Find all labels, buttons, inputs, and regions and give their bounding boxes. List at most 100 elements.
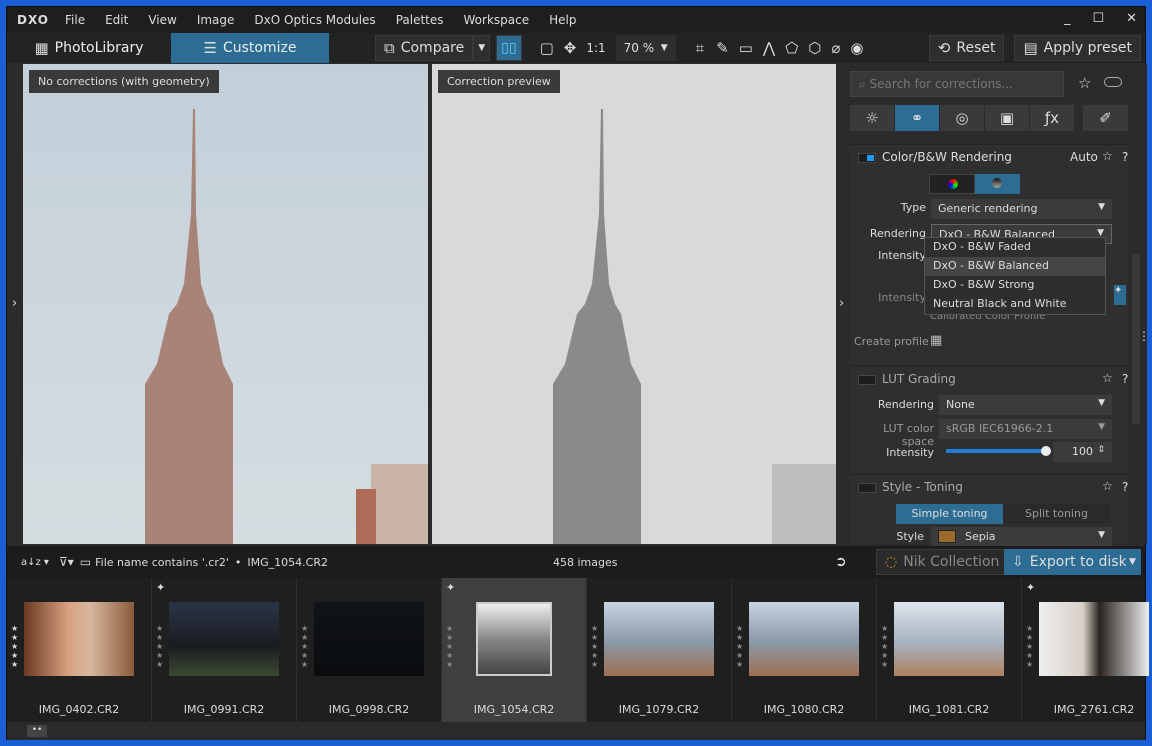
auto-button[interactable]: Auto <box>1070 150 1098 164</box>
sort-icon[interactable]: a↓z ▾ <box>21 557 49 568</box>
menu-optics-modules[interactable]: DxO Optics Modules <box>254 13 375 27</box>
filmstrip-item[interactable]: ★ ★ ★ ★ ★ IMG_0998.CR2 <box>297 578 442 722</box>
local-adjust-tab[interactable]: ✐ <box>1083 105 1128 131</box>
color-mode-button[interactable] <box>929 174 975 194</box>
rating-stars[interactable]: ★ ★ ★ ★ ★ <box>301 624 308 669</box>
left-panel-toggle[interactable]: › <box>12 296 17 311</box>
slider-handle[interactable] <box>1041 446 1051 456</box>
star-icon[interactable]: ☆ <box>1102 479 1113 493</box>
lut-title: LUT Grading <box>882 372 956 386</box>
close-button[interactable]: ✕ <box>1126 11 1137 26</box>
reset-button[interactable]: ⟲ Reset <box>928 35 1005 61</box>
eye-icon[interactable]: ◉ <box>850 39 863 57</box>
menu-workspace[interactable]: Workspace <box>464 13 530 27</box>
star-icon[interactable]: ☆ <box>1102 371 1113 385</box>
rendering-option[interactable]: DxO - B&W Balanced <box>925 257 1105 276</box>
perspective-rect-icon[interactable]: ⬠ <box>785 39 798 57</box>
compare-label: Compare <box>400 40 465 56</box>
rating-stars[interactable]: ★ ★ ★ ★ ★ <box>11 624 18 669</box>
move-icon[interactable]: ✥ <box>564 39 577 57</box>
type-select[interactable]: Generic rendering ▼ <box>931 199 1112 219</box>
help-button[interactable]: ? <box>1122 480 1128 494</box>
filter-icon[interactable]: ⊽▾ <box>59 555 74 569</box>
light-tab[interactable]: ☼ <box>850 105 894 131</box>
help-button[interactable]: ? <box>1122 150 1128 164</box>
color-bw-toggle[interactable] <box>858 153 876 163</box>
menu-palettes[interactable]: Palettes <box>396 13 444 27</box>
rating-stars[interactable]: ★ ★ ★ ★ ★ <box>446 624 453 669</box>
rating-stars[interactable]: ★ ★ ★ ★ ★ <box>1026 624 1033 669</box>
rating-stars[interactable]: ★ ★ ★ ★ ★ <box>591 624 598 669</box>
toning-toggle[interactable] <box>858 483 876 493</box>
repair-icon[interactable]: ⌀ <box>831 39 840 57</box>
help-button[interactable]: ? <box>1122 372 1128 386</box>
export-dropdown[interactable]: ▼ <box>1126 549 1141 575</box>
rendering-option[interactable]: DxO - B&W Faded <box>925 238 1105 257</box>
menu-file[interactable]: File <box>65 13 85 27</box>
filmstrip-item[interactable]: ★ ★ ★ ★ ★ IMG_1081.CR2 <box>877 578 1022 722</box>
preview-image: Correction preview <box>432 64 836 544</box>
rating-stars[interactable]: ★ ★ ★ ★ ★ <box>881 624 888 669</box>
menu-image[interactable]: Image <box>197 13 235 27</box>
rating-stars[interactable]: ★ ★ ★ ★ ★ <box>156 624 163 669</box>
search-placeholder: Search for corrections... <box>869 77 1013 91</box>
nik-icon: ◌ <box>885 554 898 570</box>
lut-space-select[interactable]: sRGB IEC61966-2.1 ▼ <box>939 419 1112 439</box>
menu-view[interactable]: View <box>148 13 176 27</box>
toggle-switch[interactable] <box>1104 77 1122 87</box>
filmstrip-scrollbar[interactable]: •• <box>7 722 1145 740</box>
perspective-icon[interactable]: ⋀ <box>763 39 775 57</box>
search-corrections-input[interactable]: ⌕ Search for corrections... <box>850 71 1064 97</box>
menu-edit[interactable]: Edit <box>105 13 128 27</box>
tab-photolibrary[interactable]: ▦ PhotoLibrary <box>7 33 171 63</box>
lut-intensity-slider[interactable] <box>946 446 1051 456</box>
nik-collection-button[interactable]: ◌ Nik Collection <box>876 549 1009 575</box>
tab-customize[interactable]: ☰ Customize <box>171 33 329 63</box>
filmstrip-item[interactable]: ★ ★ ★ ★ ★ IMG_1054.CR2 ✦ <box>442 578 587 722</box>
export-button[interactable]: ⇩ Export to disk <box>1004 549 1135 575</box>
filmstrip-item[interactable]: ★ ★ ★ ★ ★ IMG_0991.CR2 ✦ <box>152 578 297 722</box>
lut-toggle[interactable] <box>858 375 876 385</box>
compare-dropdown[interactable]: ▼ <box>473 35 491 61</box>
simple-toning-tab[interactable]: Simple toning <box>896 504 1003 524</box>
compare-button[interactable]: ⧉ Compare <box>375 35 474 61</box>
apply-preset-button[interactable]: ▤ Apply preset <box>1014 35 1141 61</box>
main-toolbar: ▦ PhotoLibrary ☰ Customize ⧉ Compare ▼ ▯▯ ▢… <box>7 33 1145 63</box>
style-value: Sepia <box>965 530 996 543</box>
lut-rendering-select[interactable]: None ▼ <box>939 395 1112 415</box>
magic-wand-icon[interactable]: ✦ <box>1114 285 1126 305</box>
maximize-button[interactable]: ☐ <box>1092 11 1104 26</box>
more-options-icon[interactable]: ⋮ <box>1138 330 1150 342</box>
eyedropper-icon[interactable]: ✎ <box>716 39 729 57</box>
filmstrip-item[interactable]: ★ ★ ★ ★ ★ IMG_0402.CR2 <box>7 578 152 722</box>
geometry-tab[interactable]: ▣ <box>985 105 1029 131</box>
lut-intensity-field[interactable]: 100 ⇕ <box>1053 442 1112 462</box>
zoom-select[interactable]: 70 % ▼ <box>615 35 676 61</box>
style-select[interactable]: Sepia ▼ <box>931 527 1112 547</box>
filmstrip-item[interactable]: ★ ★ ★ ★ ★ IMG_2761.CR2 ✦ <box>1022 578 1152 722</box>
split-toning-tab[interactable]: Split toning <box>1003 504 1110 524</box>
one-to-one-button[interactable]: 1:1 <box>586 41 605 55</box>
star-icon[interactable]: ☆ <box>1102 149 1113 163</box>
zoom-value: 70 % <box>623 41 655 55</box>
fit-icon[interactable]: ▢ <box>540 39 554 57</box>
rendering-option[interactable]: DxO - B&W Strong <box>925 276 1105 295</box>
favorite-star-icon[interactable]: ☆ <box>1078 74 1091 92</box>
filmstrip-item[interactable]: ★ ★ ★ ★ ★ IMG_1079.CR2 <box>587 578 732 722</box>
color-tab[interactable]: ⚭ <box>895 105 939 131</box>
menu-help[interactable]: Help <box>549 13 576 27</box>
filmstrip-item[interactable]: ★ ★ ★ ★ ★ IMG_1080.CR2 <box>732 578 877 722</box>
rendering-option[interactable]: Neutral Black and White <box>925 295 1105 314</box>
detail-tab[interactable]: ◎ <box>940 105 984 131</box>
image-viewer: › No corrections (with geometry) Correct… <box>7 64 844 544</box>
effects-tab[interactable]: ƒx <box>1030 105 1074 131</box>
crop-icon[interactable]: ⌗ <box>696 39 704 57</box>
perspective-8pt-icon[interactable]: ⬡ <box>808 39 821 57</box>
split-view-button[interactable]: ▯▯ <box>496 35 522 61</box>
create-profile-icon[interactable]: ▦ <box>930 333 942 348</box>
bw-mode-button[interactable] <box>975 174 1020 194</box>
horizon-icon[interactable]: ▭ <box>739 39 753 57</box>
minimize-button[interactable]: _ <box>1064 11 1071 26</box>
rating-stars[interactable]: ★ ★ ★ ★ ★ <box>736 624 743 669</box>
forward-icon[interactable]: ➲ <box>835 554 847 570</box>
